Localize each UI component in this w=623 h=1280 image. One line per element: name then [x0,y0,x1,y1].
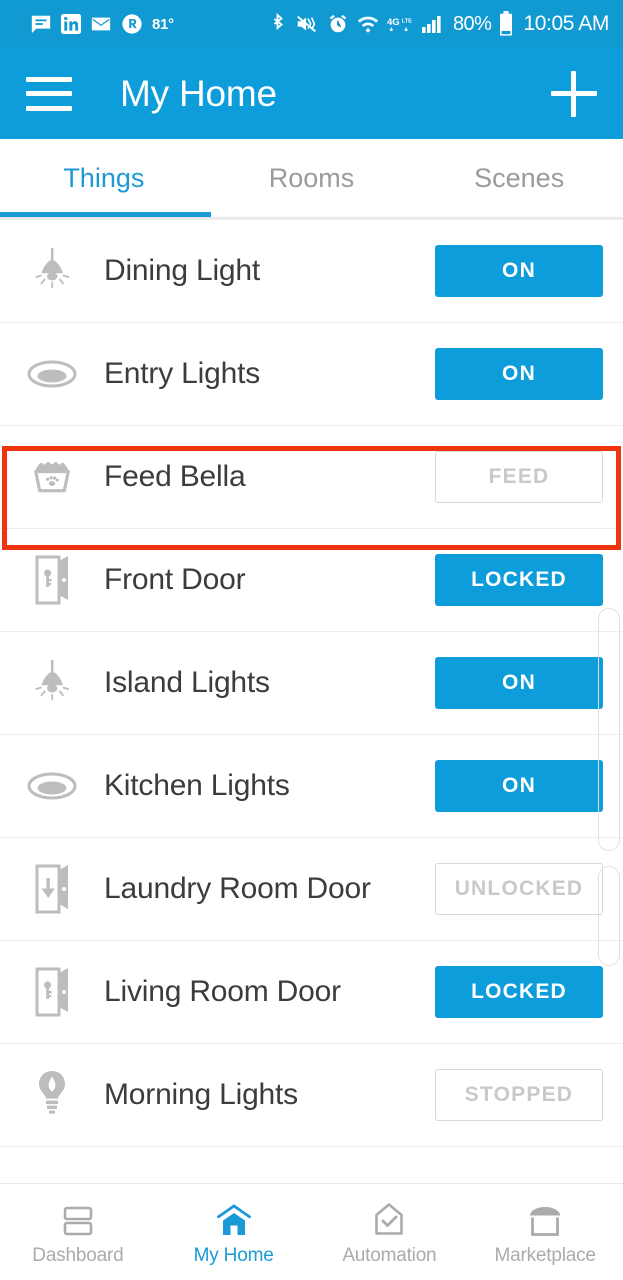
state-button[interactable]: STOPPED [435,1069,603,1121]
status-bar-left-icons: 81° [30,13,174,35]
tab-things-label: Things [63,162,145,193]
list-item[interactable]: Morning Lights STOPPED [0,1044,623,1147]
hamburger-menu-icon[interactable] [26,76,72,111]
list-item[interactable]: Living Room Door LOCKED [0,941,623,1044]
list-item-label: Living Room Door [104,975,341,1008]
status-bar: 81° 4G LTE 80% 10:05 AM [0,0,623,48]
linkedin-icon [61,14,81,34]
scrollbar-track[interactable] [598,866,620,966]
nav-item-my-home[interactable]: My Home [156,1184,312,1280]
list-item-label: Morning Lights [104,1078,298,1111]
recessed-light-icon [0,770,104,802]
alarm-icon [327,13,349,35]
state-button[interactable]: UNLOCKED [435,863,603,915]
marketplace-icon [526,1198,564,1238]
door-locked-icon [0,965,104,1019]
nav-item-dashboard-label: Dashboard [32,1244,124,1266]
state-button[interactable]: ON [435,760,603,812]
door-unlocked-icon [0,862,104,916]
state-button[interactable]: LOCKED [435,966,603,1018]
state-button[interactable]: ON [435,657,603,709]
email-icon [90,13,112,35]
dashboard-icon [61,1198,95,1238]
list-item-label: Island Lights [104,666,270,699]
pet-bowl-icon [0,454,104,500]
tab-scenes-label: Scenes [474,162,565,193]
state-button[interactable]: ON [435,245,603,297]
tab-rooms-label: Rooms [268,162,355,193]
door-locked-icon [0,553,104,607]
pendant-light-icon [0,246,104,296]
things-list: Dining Light ON Entry Lights ON Feed Bel… [0,218,623,1199]
state-button[interactable]: ON [435,348,603,400]
app-bar: My Home [0,48,623,139]
nav-item-my-home-label: My Home [193,1244,274,1266]
state-button[interactable]: LOCKED [435,554,603,606]
signal-bars-icon [421,13,445,35]
automation-icon [373,1198,405,1238]
clock-label: 10:05 AM [523,12,609,35]
list-item[interactable]: Island Lights ON [0,632,623,735]
battery-icon [499,11,513,37]
page-title: My Home [120,72,277,114]
list-item-label: Laundry Room Door [104,872,371,905]
temperature-readout: 81° [152,15,174,33]
list-item-label: Kitchen Lights [104,769,290,802]
state-button[interactable]: FEED [435,451,603,503]
list-item-label: Front Door [104,563,246,596]
recessed-light-icon [0,358,104,390]
bulb-icon [0,1068,104,1122]
plus-icon[interactable] [551,70,597,117]
tab-rooms[interactable]: Rooms [208,139,416,217]
battery-percent-label: 80% [452,12,492,35]
nav-item-marketplace-label: Marketplace [494,1244,596,1266]
list-item[interactable]: Front Door LOCKED [0,529,623,632]
list-item[interactable]: Entry Lights ON [0,323,623,426]
nav-item-marketplace[interactable]: Marketplace [467,1184,623,1280]
status-bar-right-icons: 4G LTE 80% 10:05 AM [268,11,609,37]
bluetooth-icon [268,12,287,36]
nav-item-automation[interactable]: Automation [312,1184,468,1280]
list-item-label: Entry Lights [104,357,261,390]
list-item[interactable]: Feed Bella FEED [0,426,623,529]
scrollbar-thumb[interactable] [598,608,620,851]
svg-text:4G: 4G [387,17,400,28]
home-icon [215,1198,253,1238]
tab-bar: Things Rooms Scenes [0,139,623,218]
wifi-icon [357,13,379,35]
nav-item-automation-label: Automation [342,1244,437,1266]
4g-lte-icon: 4G LTE [387,14,413,34]
svg-text:LTE: LTE [402,18,412,24]
message-icon [30,13,52,35]
pendant-light-icon [0,658,104,708]
vibrate-mute-icon [295,13,319,35]
tab-things[interactable]: Things [0,139,211,217]
list-item[interactable]: Laundry Room Door UNLOCKED [0,838,623,941]
list-item-label: Dining Light [104,254,261,287]
circle-r-icon [121,13,143,35]
bottom-navigation: Dashboard My Home Automation Marketplace [0,1183,623,1280]
list-item[interactable]: Kitchen Lights ON [0,735,623,838]
list-item[interactable]: Dining Light ON [0,220,623,323]
tab-scenes[interactable]: Scenes [415,139,623,217]
nav-item-dashboard[interactable]: Dashboard [0,1184,156,1280]
list-item-label: Feed Bella [104,460,246,493]
